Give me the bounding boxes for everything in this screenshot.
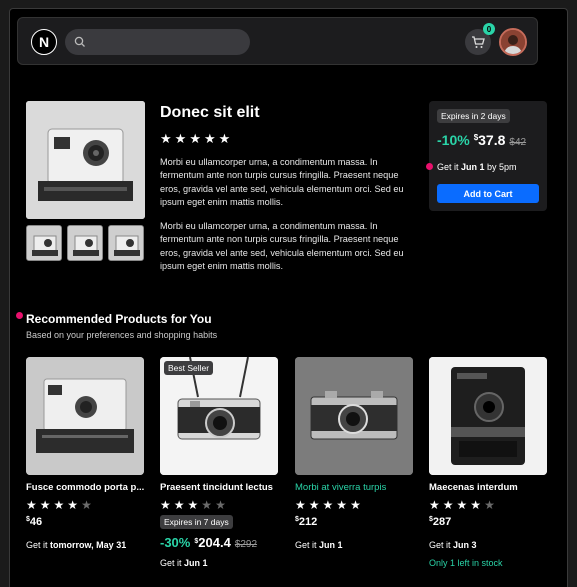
logo[interactable]: N: [31, 29, 57, 55]
product-card-price: $287: [429, 516, 452, 528]
old-price: $292: [234, 539, 258, 550]
delivery-info: Get it Jun 1 by 5pm: [437, 162, 517, 172]
stock-status: Only 1 left in stock: [429, 558, 503, 568]
product-card-name[interactable]: Praesent tincidunt lectus: [160, 482, 280, 493]
expires-badge: Expires in 2 days: [437, 109, 510, 123]
discount-label: -30%: [160, 535, 191, 550]
product-card-price: $212: [295, 516, 318, 528]
add-to-cart-button[interactable]: Add to Cart: [437, 184, 539, 203]
price: $37.8: [473, 132, 506, 148]
star-icon: ★: [218, 131, 232, 146]
marker-dot: [426, 163, 433, 170]
product-card-image[interactable]: [295, 357, 413, 475]
star-icon: ★: [429, 498, 441, 512]
product-card-name[interactable]: Fusce commodo porta p...: [26, 482, 146, 493]
product-thumbnail[interactable]: [26, 225, 62, 261]
expires-badge: Expires in 7 days: [160, 515, 233, 529]
product-title: Donec sit elit: [160, 104, 260, 121]
product-card-delivery: Get it Jun 1: [295, 540, 343, 550]
star-icon: ★: [189, 131, 202, 146]
product-card-price: $46: [26, 516, 43, 528]
cart-button[interactable]: 0: [465, 23, 495, 55]
product-card-delivery: Get it Jun 3: [429, 540, 477, 550]
product-card-delivery: Get it tomorrow, May 31: [26, 540, 127, 550]
product-rating: ★ ★ ★ ★ ★: [160, 131, 231, 147]
buy-box: Expires in 2 days -10% $37.8 $42 Get it …: [429, 101, 547, 211]
price: $204.4: [194, 535, 231, 550]
section-title: Recommended Products for You: [26, 312, 212, 326]
star-icon: ★: [187, 498, 200, 512]
product-card-rating: ★ ★ ★ ★ ★: [295, 498, 362, 512]
product-thumbnail[interactable]: [67, 225, 103, 261]
star-icon: ★: [336, 498, 349, 512]
star-icon: ★: [470, 498, 483, 512]
cart-icon: [472, 35, 485, 48]
product-card-rating: ★ ★ ★ ★ ★: [26, 498, 93, 512]
star-icon: ★: [484, 498, 496, 512]
product-card-name[interactable]: Morbi at viverra turpis: [295, 482, 415, 493]
star-icon: ★: [215, 498, 227, 512]
star-icon: ★: [174, 131, 188, 146]
avatar[interactable]: [499, 28, 527, 56]
product-description: Morbi eu ullamcorper urna, a condimentum…: [160, 221, 404, 271]
product-card-delivery: Get it Jun 1: [160, 558, 208, 568]
star-icon: ★: [201, 498, 214, 512]
star-icon: ★: [203, 131, 217, 146]
product-card-rating: ★ ★ ★ ★ ★: [160, 498, 227, 512]
star-icon: ★: [308, 498, 321, 512]
best-seller-badge: Best Seller: [164, 361, 214, 375]
search-input[interactable]: [65, 29, 250, 55]
price-line: -10% $37.8 $42: [437, 132, 526, 148]
star-icon: ★: [39, 498, 52, 512]
product-card-image[interactable]: [26, 357, 144, 475]
star-icon: ★: [81, 498, 93, 512]
star-icon: ★: [26, 498, 38, 512]
product-main-image[interactable]: [26, 101, 145, 219]
star-icon: ★: [442, 498, 455, 512]
product-card-image[interactable]: Best Seller: [160, 357, 278, 475]
star-icon: ★: [53, 498, 66, 512]
marker-dot: [16, 312, 23, 319]
star-icon: ★: [350, 498, 362, 512]
search-icon: [74, 36, 85, 47]
product-card-price-line: -30% $204.4 $292: [160, 535, 257, 550]
section-subtitle: Based on your preferences and shopping h…: [26, 330, 218, 340]
star-icon: ★: [456, 498, 469, 512]
star-icon: ★: [160, 498, 172, 512]
product-thumbnail[interactable]: [108, 225, 144, 261]
product-card-rating: ★ ★ ★ ★ ★: [429, 498, 496, 512]
top-navbar: N 0: [17, 17, 538, 65]
cart-count-badge: 0: [483, 23, 495, 35]
star-icon: ★: [67, 498, 80, 512]
star-icon: ★: [173, 498, 186, 512]
star-icon: ★: [322, 498, 335, 512]
product-card-image[interactable]: [429, 357, 547, 475]
discount-label: -10%: [437, 132, 470, 148]
product-card-name[interactable]: Maecenas interdum: [429, 482, 549, 493]
old-price: $42: [509, 137, 527, 148]
star-icon: ★: [160, 131, 173, 146]
star-icon: ★: [295, 498, 307, 512]
product-description: Morbi eu ullamcorper urna, a condimentum…: [160, 157, 404, 207]
